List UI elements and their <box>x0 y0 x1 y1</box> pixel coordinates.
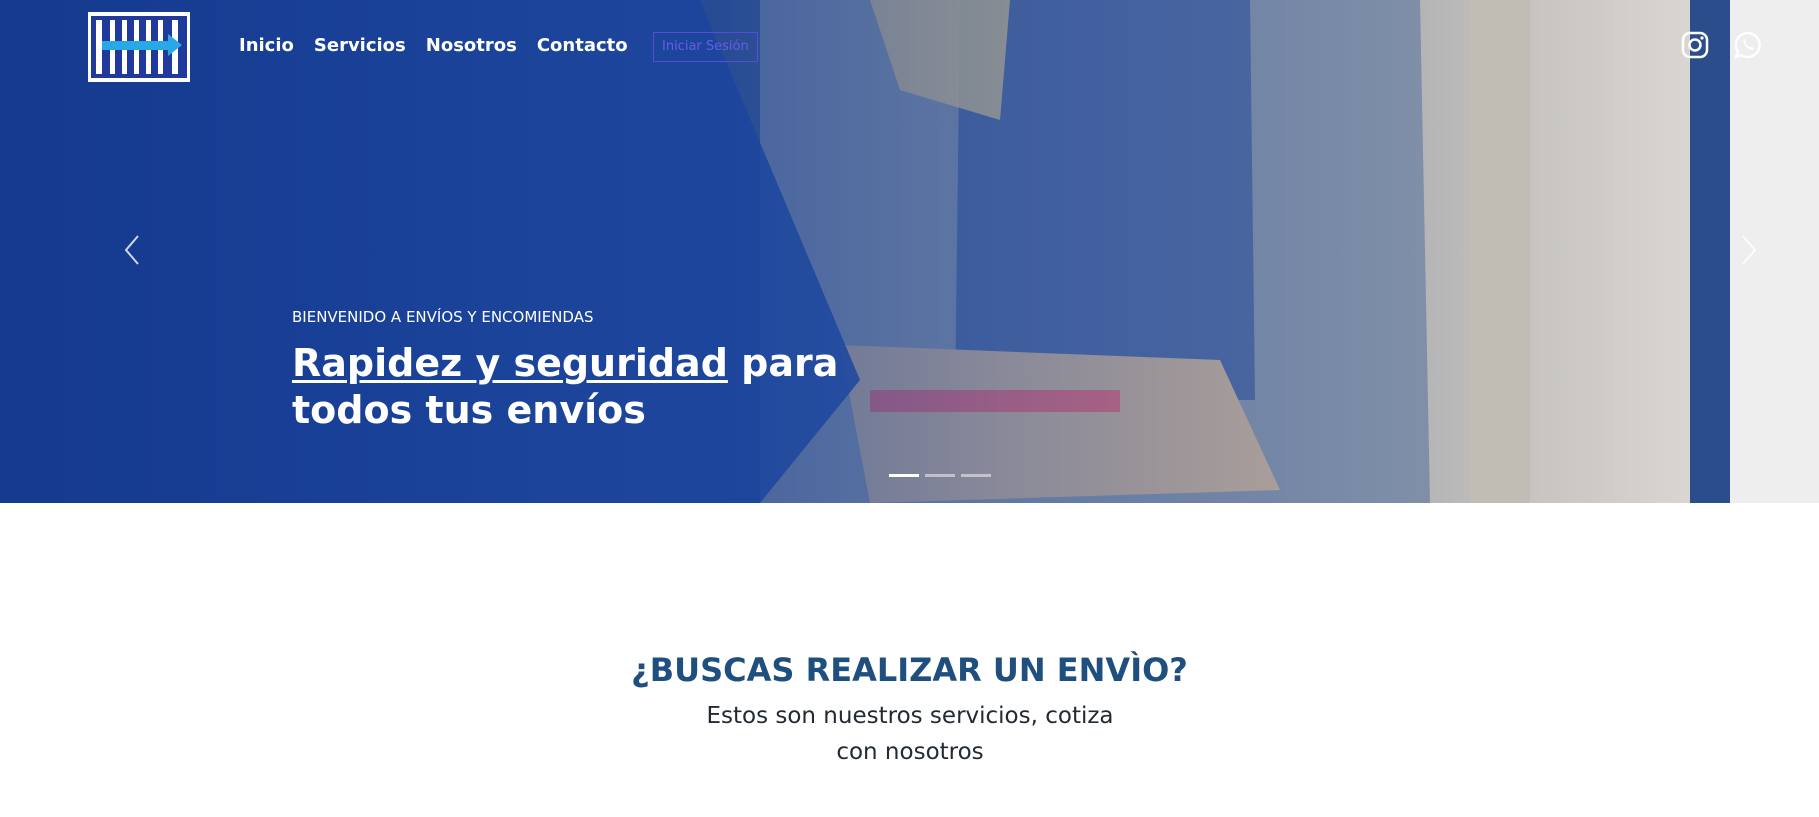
chevron-right-icon <box>1742 235 1757 265</box>
hero-kicker: BIENVENIDO A ENVÍOS Y ENCOMIENDAS <box>292 308 594 326</box>
services-intro-section: ¿BUSCAS REALIZAR UN ENVÌO? Estos son nue… <box>0 503 1819 817</box>
section-subtitle: Estos son nuestros servicios, cotiza con… <box>706 703 1114 765</box>
chevron-left-icon <box>124 235 139 265</box>
nav-link-inicio[interactable]: Inicio <box>239 35 294 56</box>
instagram-link[interactable] <box>1680 30 1710 60</box>
hero-caption: BIENVENIDO A ENVÍOS Y ENCOMIENDAS Rapide… <box>292 308 892 434</box>
carousel-indicator-3[interactable] <box>961 474 991 477</box>
instagram-icon <box>1681 31 1709 59</box>
section-title: ¿BUSCAS REALIZAR UN ENVÌO? <box>631 651 1188 689</box>
whatsapp-icon <box>1733 31 1761 60</box>
top-navbar: Inicio Servicios Nosotros Contacto Inici… <box>0 0 1819 92</box>
nav-link-contacto[interactable]: Contacto <box>537 35 628 56</box>
carousel-indicators <box>889 474 991 477</box>
login-button[interactable]: Iniciar Sesión <box>653 32 758 62</box>
hero-title-highlight: Rapidez y seguridad <box>292 341 728 385</box>
nav-link-servicios[interactable]: Servicios <box>314 35 406 56</box>
nav-link-nosotros[interactable]: Nosotros <box>426 35 517 56</box>
hero-title-line2: todos tus envíos <box>292 388 646 432</box>
whatsapp-link[interactable] <box>1733 30 1763 60</box>
main-nav: Inicio Servicios Nosotros Contacto <box>239 35 628 56</box>
carousel-indicator-1[interactable] <box>889 474 919 477</box>
hero-title-rest: para <box>727 341 839 385</box>
carousel-prev-button[interactable] <box>118 230 148 270</box>
brand-logo[interactable] <box>88 12 190 82</box>
delivex-logo <box>88 12 190 82</box>
hero-title: Rapidez y seguridad para todos tus envío… <box>292 340 892 434</box>
carousel-indicator-2[interactable] <box>925 474 955 477</box>
carousel-next-button[interactable] <box>1733 230 1763 270</box>
